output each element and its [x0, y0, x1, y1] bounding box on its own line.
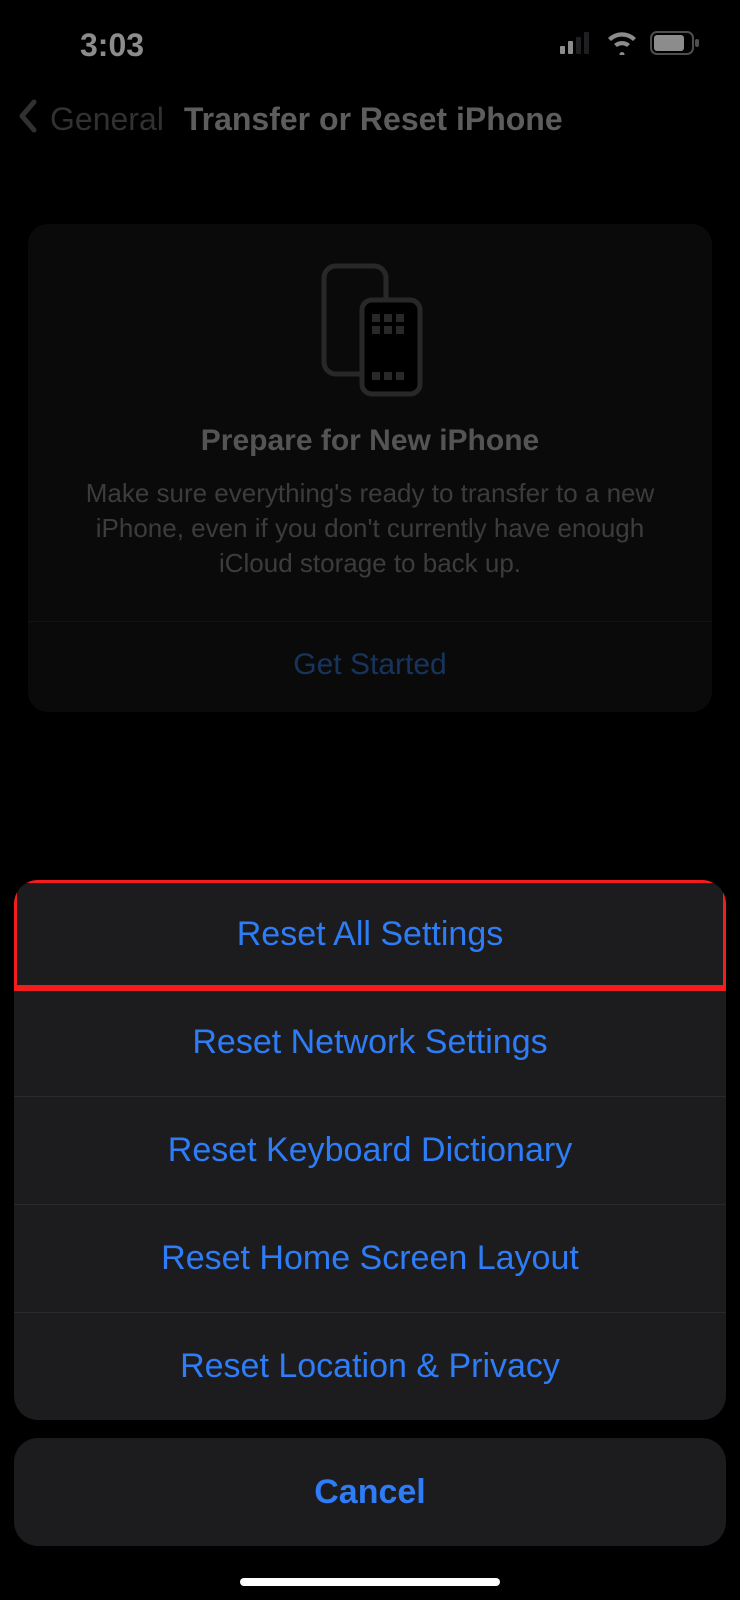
status-bar: 3:03: [0, 0, 740, 90]
wifi-icon: [606, 31, 638, 60]
chevron-left-icon[interactable]: [16, 98, 38, 140]
prepare-card: Prepare for New iPhone Make sure everyth…: [28, 224, 712, 712]
get-started-button[interactable]: Get Started: [56, 622, 684, 712]
reset-network-settings-button[interactable]: Reset Network Settings: [14, 988, 726, 1096]
prepare-description: Make sure everything's ready to transfer…: [56, 476, 684, 581]
reset-keyboard-dictionary-button[interactable]: Reset Keyboard Dictionary: [14, 1096, 726, 1204]
prepare-title: Prepare for New iPhone: [56, 424, 684, 458]
page-title: Transfer or Reset iPhone: [184, 101, 563, 138]
reset-home-screen-layout-button[interactable]: Reset Home Screen Layout: [14, 1204, 726, 1312]
battery-icon: [650, 31, 700, 60]
devices-icon: [56, 260, 684, 400]
reset-all-settings-button[interactable]: Reset All Settings: [14, 880, 726, 988]
status-icons: [560, 31, 700, 60]
cancel-button[interactable]: Cancel: [14, 1438, 726, 1546]
status-time: 3:03: [80, 27, 144, 64]
cellular-icon: [560, 32, 594, 59]
action-sheet: Reset All Settings Reset Network Setting…: [14, 880, 726, 1546]
back-button-label[interactable]: General: [50, 101, 164, 138]
nav-bar: General Transfer or Reset iPhone: [0, 90, 740, 164]
reset-location-privacy-button[interactable]: Reset Location & Privacy: [14, 1312, 726, 1420]
home-indicator[interactable]: [240, 1578, 500, 1586]
action-sheet-group: Reset All Settings Reset Network Setting…: [14, 880, 726, 1420]
